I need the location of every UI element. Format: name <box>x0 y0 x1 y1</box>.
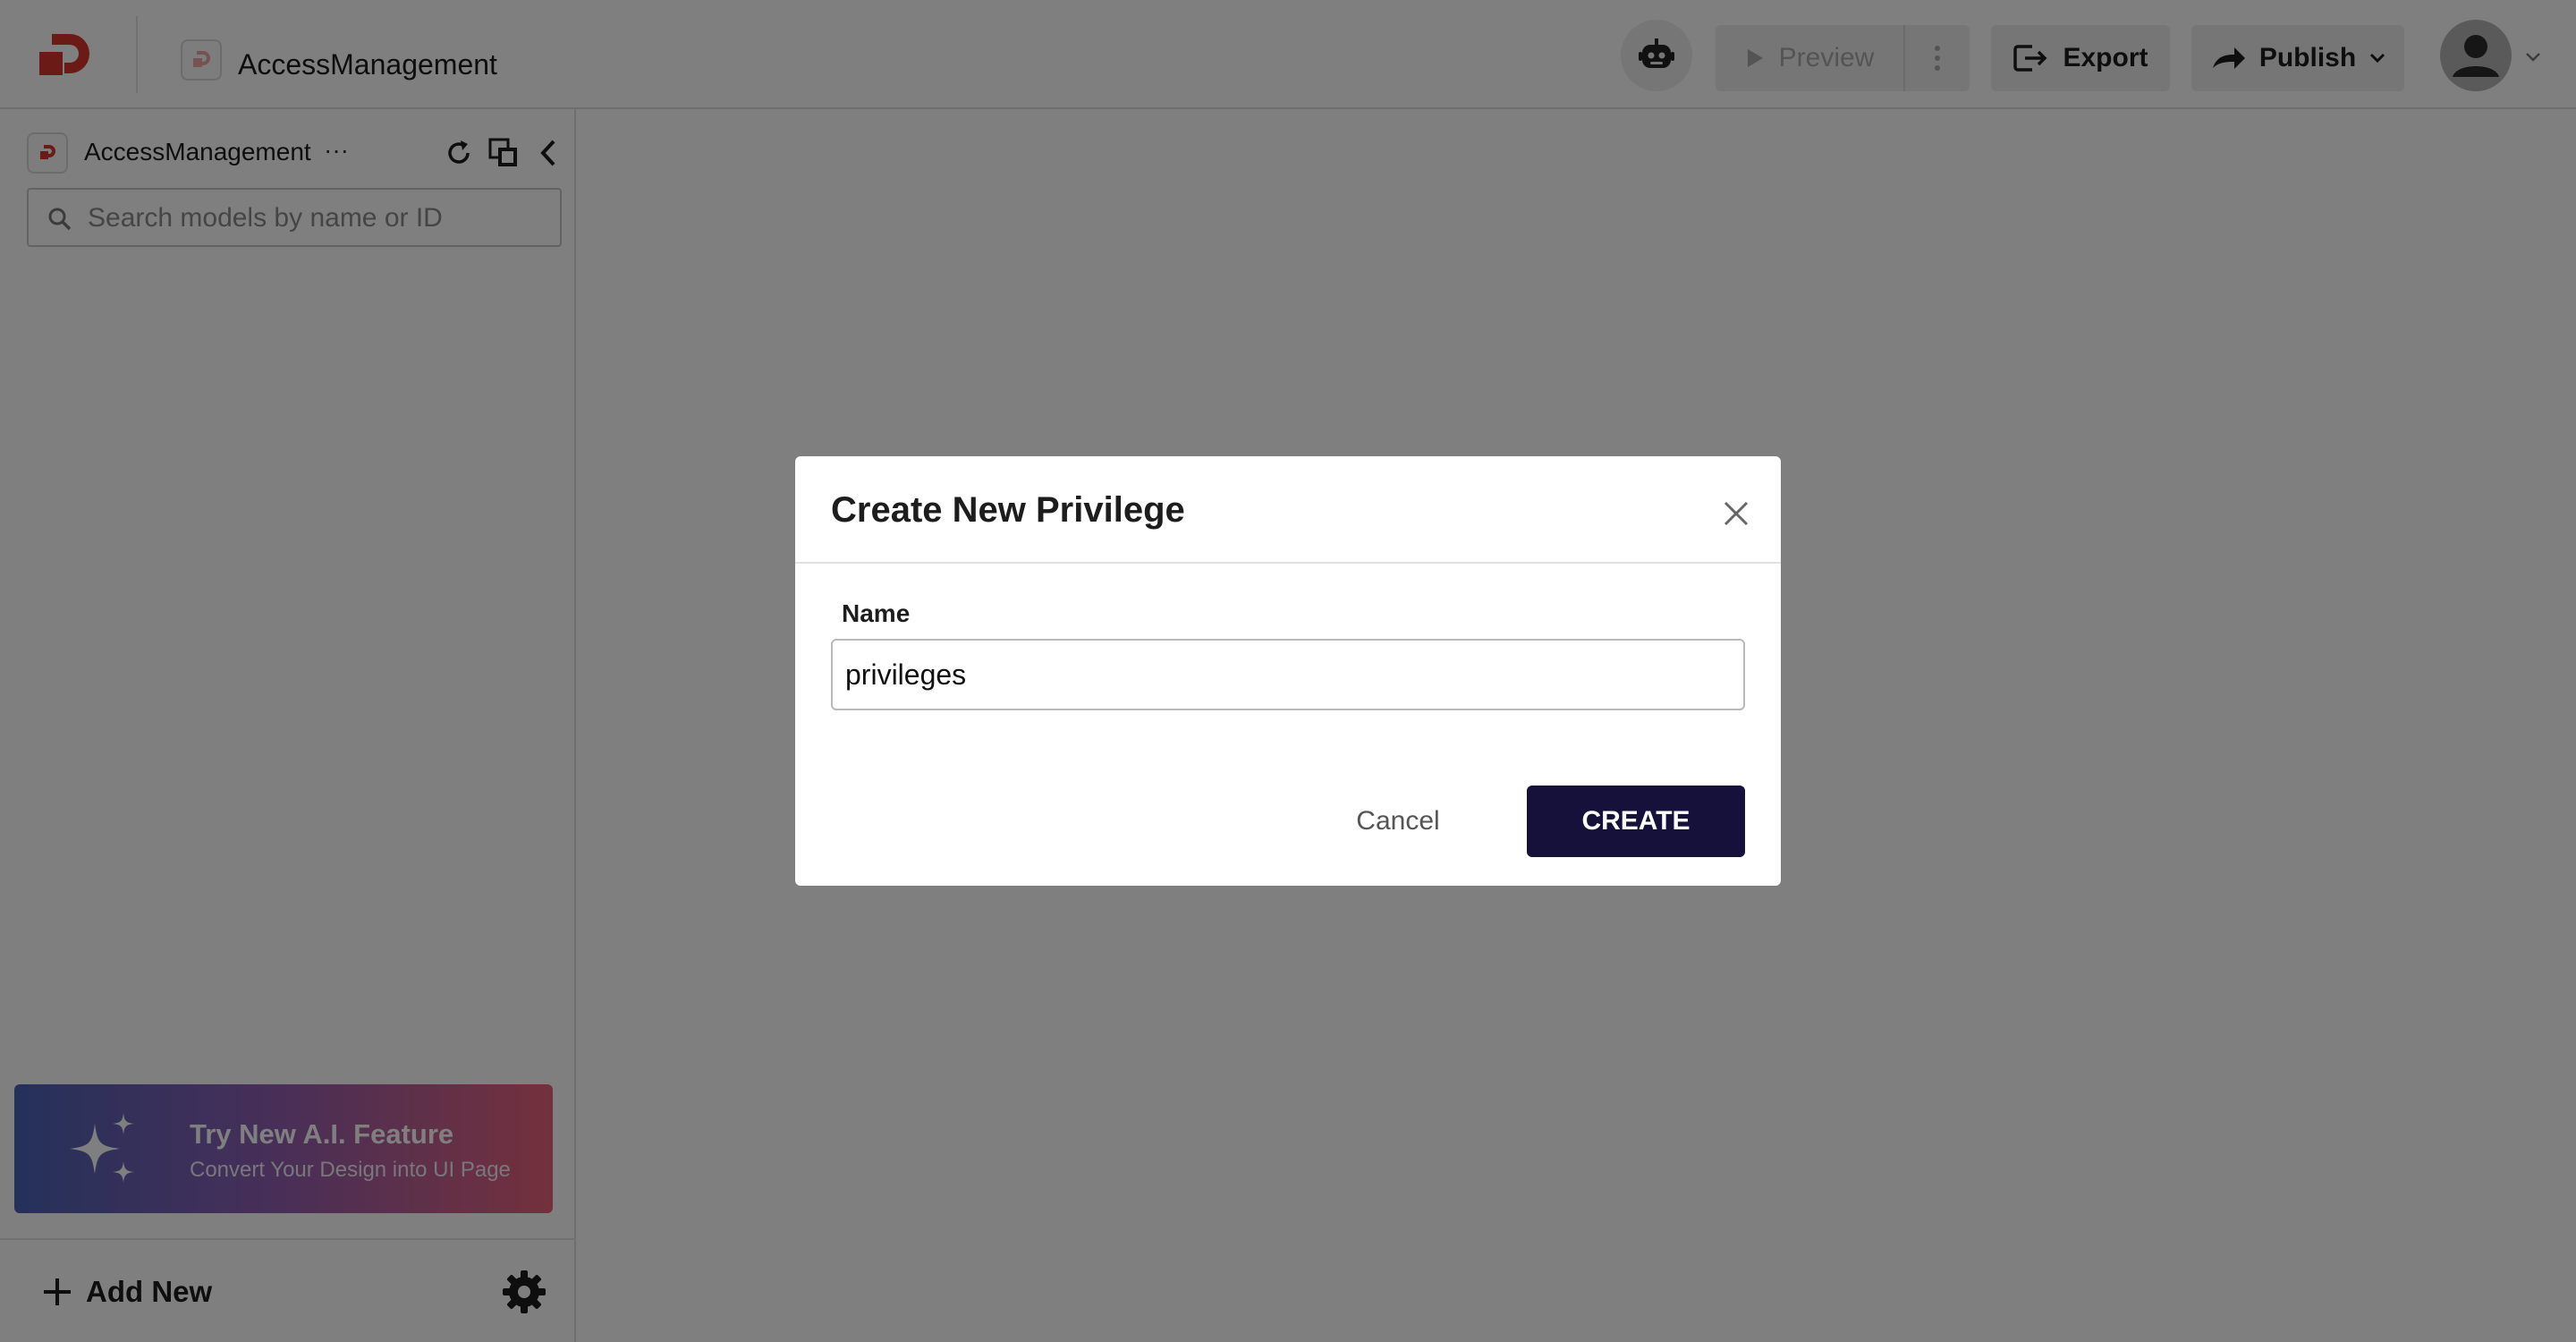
create-button[interactable]: CREATE <box>1527 786 1745 857</box>
cancel-button[interactable]: Cancel <box>1315 786 1481 857</box>
dialog-header: Create New Privilege <box>795 456 1781 564</box>
dialog-title: Create New Privilege <box>831 490 1185 530</box>
app-root: AccessManagement Preview <box>0 0 2576 1342</box>
name-field-label: Name <box>842 599 911 627</box>
close-icon[interactable] <box>1720 497 1752 530</box>
name-field[interactable] <box>831 639 1745 710</box>
